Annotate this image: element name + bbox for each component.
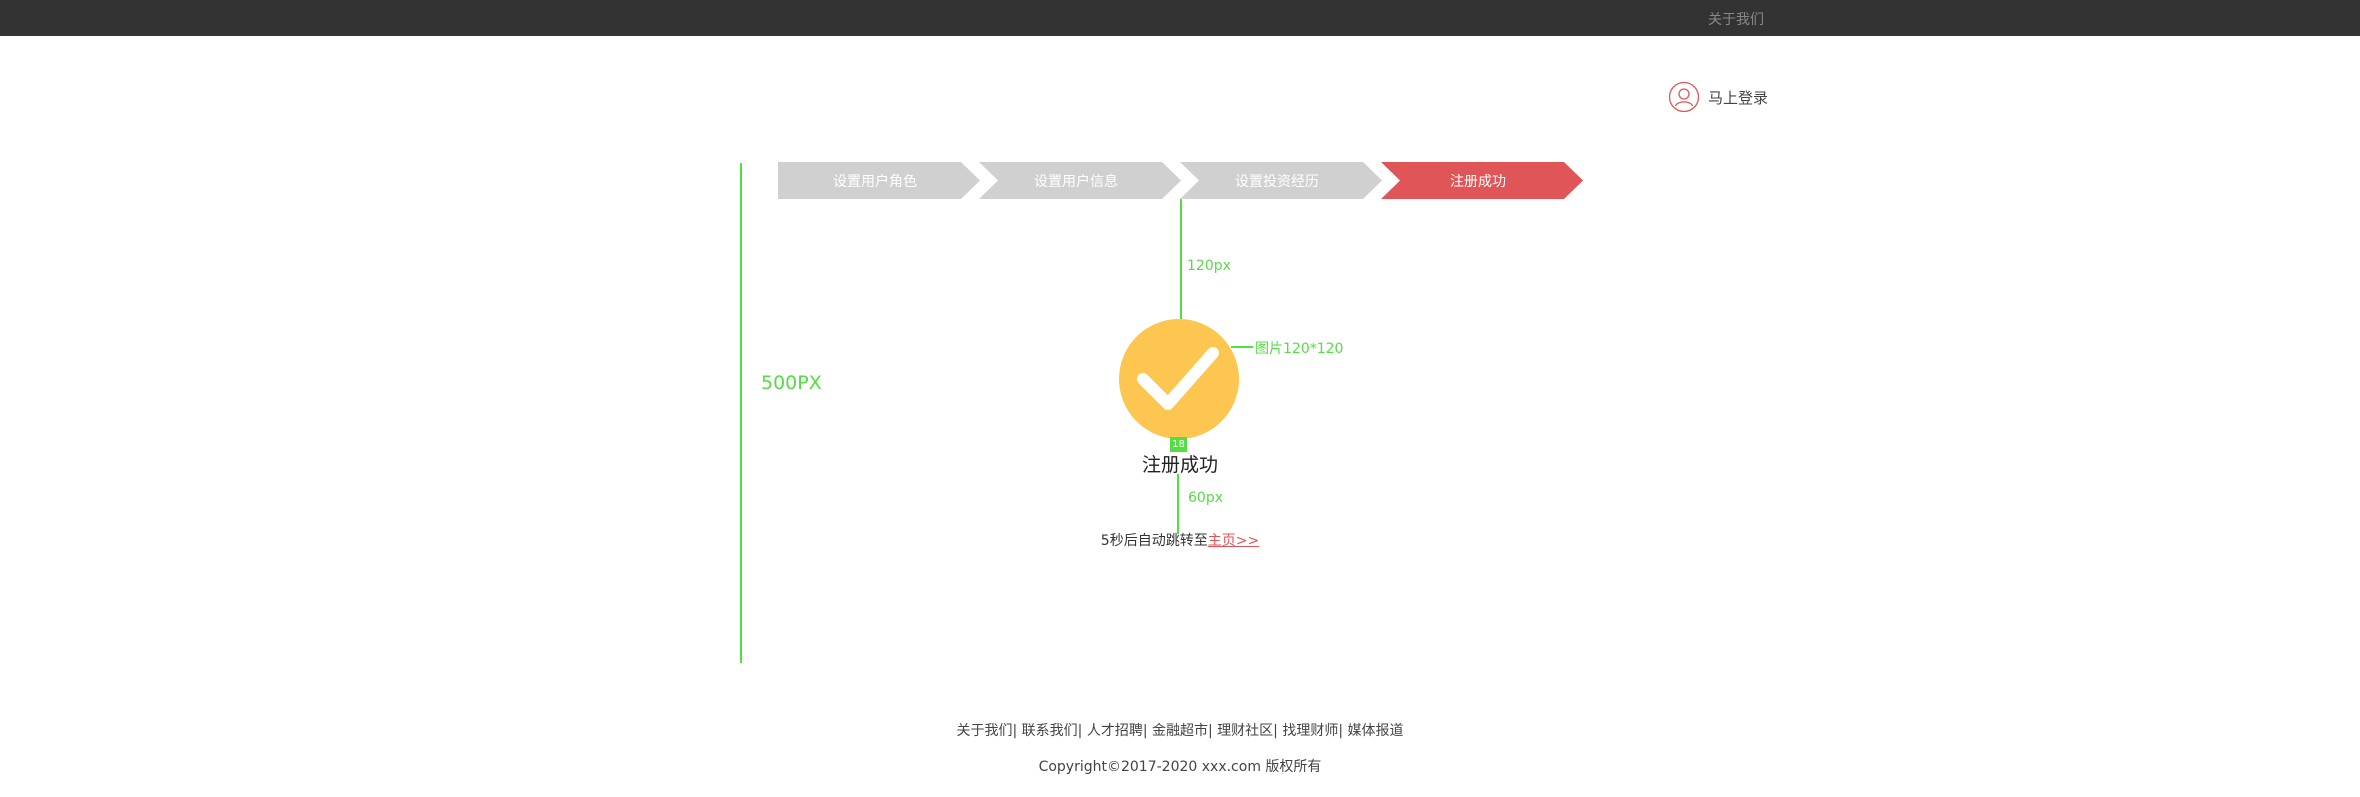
footer-link-contact-us[interactable]: 联系我们 [1022, 723, 1078, 739]
check-circle-icon [1119, 319, 1239, 439]
top-gap-guide-label: 120px [1187, 258, 1231, 274]
height-guide-line [740, 163, 742, 663]
footer-link-find-advisor[interactable]: 找理财师 [1282, 723, 1338, 739]
step-label: 设置用户角色 [833, 173, 917, 190]
step-label: 设置用户信息 [1034, 173, 1118, 190]
step-set-user-info: 设置用户信息 [979, 162, 1181, 199]
top-gap-guide-line [1180, 199, 1182, 319]
registration-steps: 设置用户角色 设置用户信息 设置投资经历 注册成功 [0, 162, 2360, 199]
home-link[interactable]: 主页>> [1208, 533, 1259, 549]
step-set-investment-experience: 设置投资经历 [1180, 162, 1382, 199]
user-icon [1668, 81, 1700, 113]
bottom-gap-guide-label: 60px [1188, 490, 1223, 506]
redirect-message: 5秒后自动跳转至主页>> [1000, 530, 1360, 550]
login-button[interactable]: 马上登录 [1668, 81, 1768, 113]
login-label: 马上登录 [1708, 88, 1769, 107]
height-guide-label: 500PX [761, 372, 822, 394]
copyright: Copyright©2017-2020 xxx.com 版权所有 [1038, 759, 1322, 775]
footer-link-careers[interactable]: 人才招聘 [1087, 723, 1143, 739]
bottom-gap-guide-line [1177, 474, 1179, 534]
footer-link-finance-market[interactable]: 金融超市 [1152, 723, 1208, 739]
step-set-user-role: 设置用户角色 [778, 162, 980, 199]
step-registration-success: 注册成功 [1381, 162, 1583, 199]
about-us-link[interactable]: 关于我们 [1708, 9, 1764, 29]
top-bar: 关于我们 [0, 0, 2360, 36]
image-size-guide-label: 图片120*120 [1255, 341, 1344, 357]
footer-link-media[interactable]: 媒体报道 [1348, 723, 1404, 739]
footer-links: 关于我们| 联系我们| 人才招聘| 金融超市| 理财社区| 找理财师| 媒体报道 [956, 723, 1404, 739]
step-label: 注册成功 [1450, 173, 1506, 190]
footer-link-community[interactable]: 理财社区 [1217, 723, 1273, 739]
footer-link-about-us[interactable]: 关于我们 [956, 723, 1012, 739]
success-title: 注册成功 [1141, 454, 1218, 476]
redirect-text: 5秒后自动跳转至 [1100, 533, 1208, 549]
step-label: 设置投资经历 [1235, 173, 1319, 190]
